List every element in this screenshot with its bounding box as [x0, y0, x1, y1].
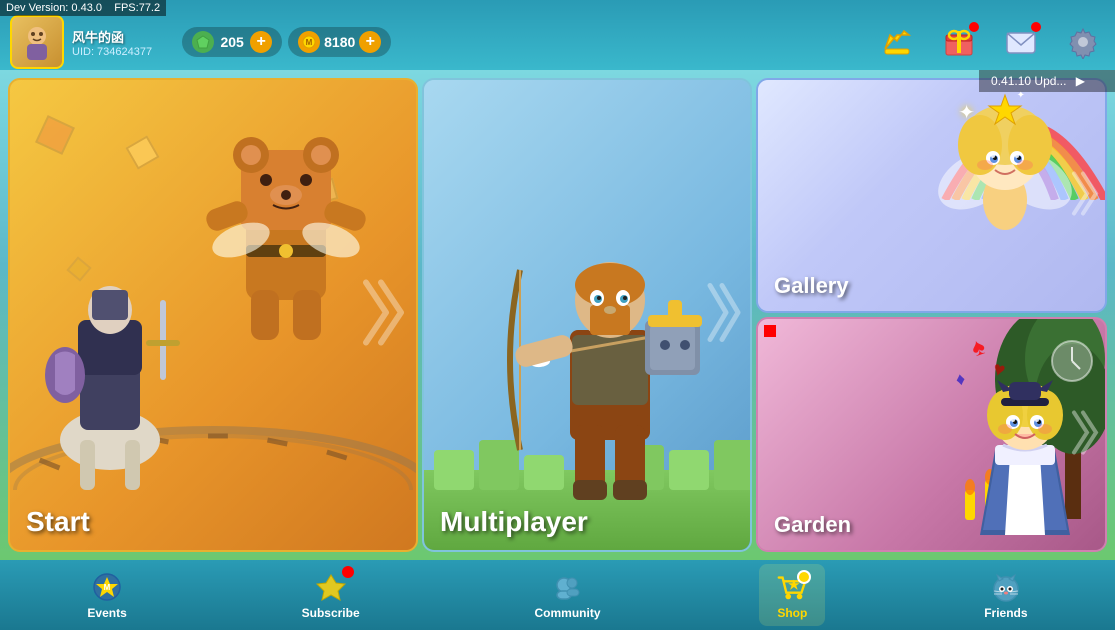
- svg-text:M: M: [104, 583, 111, 592]
- shop-nav-item[interactable]: Shop: [759, 564, 825, 626]
- update-text: 0.41.10 Upd...: [991, 74, 1066, 88]
- garden-card[interactable]: ♠ ♥ ♦: [756, 317, 1107, 552]
- gem-value: 205: [218, 34, 246, 50]
- community-icon: [551, 570, 585, 604]
- garden-label: Garden: [774, 512, 851, 538]
- gallery-label: Gallery: [774, 273, 849, 299]
- coin-icon: M: [298, 31, 320, 53]
- gem-currency: 205 +: [182, 27, 282, 57]
- multiplayer-label: Multiplayer: [440, 506, 588, 538]
- friends-icon: [989, 570, 1023, 604]
- update-bar: 0.41.10 Upd... ▶: [979, 70, 1115, 92]
- dev-version: Dev Version: 0.43.0: [6, 2, 102, 14]
- subscribe-label: Subscribe: [302, 606, 360, 620]
- avatar[interactable]: [10, 15, 64, 69]
- multiplayer-card[interactable]: Multiplayer: [422, 78, 752, 552]
- svg-text:M: M: [306, 38, 313, 47]
- player-uid: UID: 734624377: [72, 46, 152, 58]
- coin-value: 8180: [324, 34, 355, 50]
- community-nav-item[interactable]: Community: [519, 564, 617, 626]
- coin-currency: M 8180 +: [288, 27, 391, 57]
- friends-label: Friends: [984, 606, 1027, 620]
- events-nav-item[interactable]: M Events: [71, 564, 142, 626]
- player-info: 风牛的函 UID: 734624377: [72, 27, 152, 58]
- add-coins-button[interactable]: +: [359, 31, 381, 53]
- events-label: Events: [87, 606, 126, 620]
- currency-bar: 205 + M 8180 +: [182, 27, 391, 57]
- gallery-card[interactable]: ✦ ✦ ✦: [756, 78, 1107, 313]
- gift-button[interactable]: [937, 20, 981, 64]
- add-gems-button[interactable]: +: [250, 31, 272, 53]
- subscribe-nav-item[interactable]: Subscribe: [286, 564, 376, 626]
- header-icons: [875, 20, 1105, 64]
- shop-label: Shop: [777, 606, 807, 620]
- start-card[interactable]: Start: [8, 78, 418, 552]
- dev-info: Dev Version: 0.43.0 FPS:77.2: [0, 0, 166, 16]
- main-content: Start: [0, 70, 1115, 560]
- community-label: Community: [535, 606, 601, 620]
- bottom-nav: M Events Subscribe Community: [0, 560, 1115, 630]
- side-cards: ✦ ✦ ✦: [756, 78, 1107, 552]
- gem-icon: [192, 31, 214, 53]
- start-label: Start: [26, 506, 90, 538]
- mail-badge: [1031, 22, 1041, 32]
- mail-button[interactable]: [999, 20, 1043, 64]
- ranking-button[interactable]: [875, 20, 919, 64]
- header: 风牛的函 UID: 734624377 205 + M 8180 +: [0, 0, 1115, 70]
- events-icon: M: [90, 570, 124, 604]
- fps-counter: FPS:77.2: [114, 2, 160, 14]
- gift-badge: [969, 22, 979, 32]
- subscribe-badge: [342, 566, 354, 578]
- settings-button[interactable]: [1061, 20, 1105, 64]
- shop-icon: [775, 570, 809, 604]
- player-name: 风牛的函: [72, 27, 152, 46]
- friends-nav-item[interactable]: Friends: [968, 564, 1043, 626]
- subscribe-icon: [314, 570, 348, 604]
